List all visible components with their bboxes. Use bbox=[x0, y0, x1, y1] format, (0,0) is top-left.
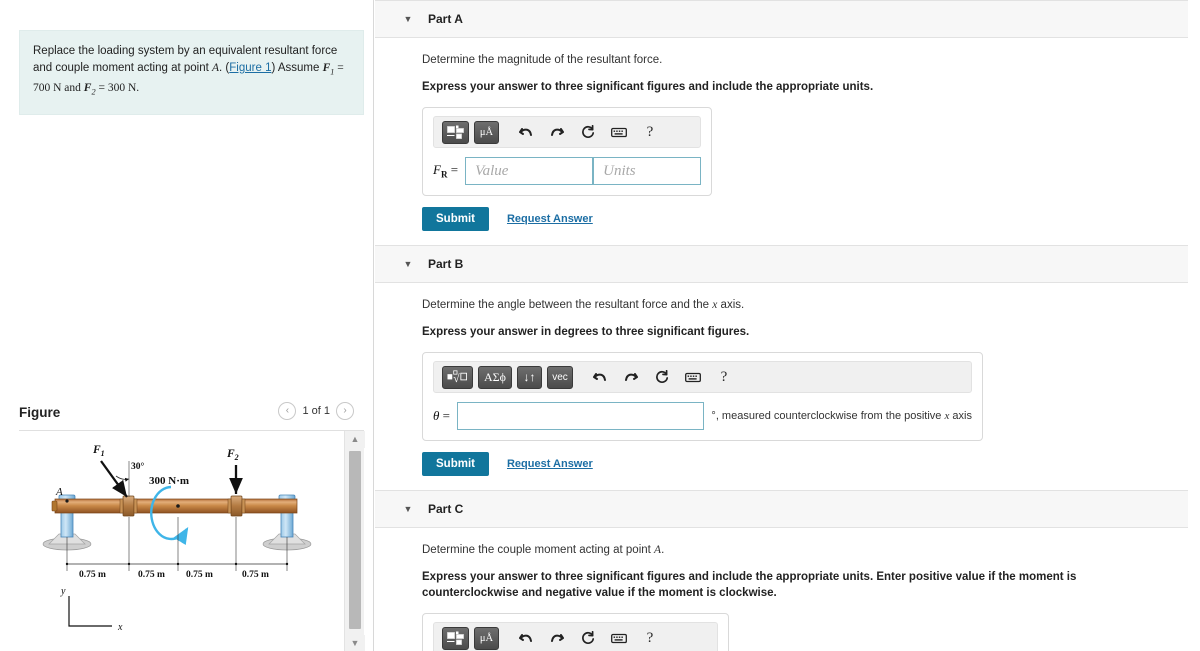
part-b-body: Determine the angle between the resultan… bbox=[375, 283, 1200, 490]
part-a-label: Part A bbox=[428, 12, 463, 26]
label-dim-4: 0.75 m bbox=[242, 570, 269, 580]
updown-arrows-icon[interactable]: ↓↑ bbox=[517, 365, 542, 389]
part-c-header[interactable]: ▼ Part C bbox=[375, 490, 1188, 528]
part-a-instruction: Express your answer to three significant… bbox=[422, 81, 874, 93]
part-c-collapse-caret-icon[interactable]: ▼ bbox=[400, 504, 416, 514]
part-a-header[interactable]: ▼ Part A bbox=[375, 0, 1188, 38]
figure-next-button[interactable]: › bbox=[336, 402, 354, 420]
redo-icon[interactable] bbox=[620, 366, 642, 388]
vector-icon[interactable]: vec bbox=[547, 365, 573, 389]
part-b-header[interactable]: ▼ Part B bbox=[375, 245, 1188, 283]
part-c-question: Determine the couple moment acting at po… bbox=[422, 544, 665, 556]
part-b-value-input[interactable] bbox=[456, 402, 705, 430]
part-a-submit-button[interactable]: Submit bbox=[422, 207, 489, 231]
part-b-submit-row: Submit Request Answer bbox=[422, 452, 1200, 476]
part-b-question: Determine the angle between the resultan… bbox=[422, 299, 745, 311]
left-panel: Replace the loading system by an equival… bbox=[0, 0, 374, 651]
part-a-request-answer-link[interactable]: Request Answer bbox=[507, 213, 593, 225]
undo-icon[interactable] bbox=[589, 366, 611, 388]
problem-point-a: A bbox=[212, 62, 220, 74]
problem-statement: Replace the loading system by an equival… bbox=[19, 30, 364, 115]
label-dim-3: 0.75 m bbox=[186, 570, 213, 580]
label-axis-y: y bbox=[60, 586, 66, 597]
figure-header: Figure ‹ 1 of 1 › bbox=[19, 402, 364, 432]
part-b-submit-button[interactable]: Submit bbox=[422, 452, 489, 476]
label-f2: F2 bbox=[226, 448, 239, 462]
part-b-label: Part B bbox=[428, 257, 464, 271]
figure-counter: 1 of 1 bbox=[302, 405, 330, 417]
part-c-instruction: Express your answer to three significant… bbox=[422, 571, 1077, 599]
problem-f2-value: = 300 N. bbox=[95, 82, 140, 95]
figure-link[interactable]: Figure 1 bbox=[229, 62, 271, 74]
scroll-down-arrow-icon[interactable]: ▼ bbox=[345, 635, 365, 651]
keyboard-icon[interactable] bbox=[608, 627, 630, 649]
part-a-toolbar: μÅ ? bbox=[433, 116, 702, 148]
part-b-collapse-caret-icon[interactable]: ▼ bbox=[400, 259, 416, 269]
label-f1: F1 bbox=[92, 444, 105, 458]
keyboard-icon[interactable] bbox=[608, 121, 630, 143]
template-icon[interactable] bbox=[442, 626, 469, 650]
greek-symbols-icon[interactable]: ΑΣϕ bbox=[478, 365, 512, 389]
part-c-label: Part C bbox=[428, 502, 464, 516]
undo-icon[interactable] bbox=[515, 121, 537, 143]
keyboard-icon[interactable] bbox=[682, 366, 704, 388]
part-a-collapse-caret-icon[interactable]: ▼ bbox=[400, 14, 416, 24]
part-b-answer-box: √ ΑΣϕ ↓↑ vec ? θ = °, measured countercl… bbox=[422, 352, 983, 441]
figure-prev-button[interactable]: ‹ bbox=[278, 402, 297, 420]
label-point-a: A bbox=[55, 486, 63, 498]
figure-image: A F1 F2 30° 300 N·m 0.75 m 0.75 m 0.75 m… bbox=[19, 431, 344, 651]
label-axis-x: x bbox=[117, 622, 123, 633]
label-dim-2: 0.75 m bbox=[138, 570, 165, 580]
part-a-answer-box: μÅ ? FR = Value Units bbox=[422, 107, 713, 196]
figure-scrollbar[interactable]: ▲ ▼ bbox=[344, 431, 365, 651]
problem-text-3: ) Assume bbox=[271, 62, 323, 74]
part-b-request-answer-link[interactable]: Request Answer bbox=[507, 458, 593, 470]
label-couple-moment: 300 N·m bbox=[149, 475, 189, 487]
part-a-submit-row: Submit Request Answer bbox=[422, 207, 1200, 231]
part-c-answer-box: μÅ ? (MR)A = Value Units bbox=[422, 613, 729, 651]
redo-icon[interactable] bbox=[546, 627, 568, 649]
problem-text-2: . ( bbox=[219, 62, 230, 74]
part-a-value-input[interactable]: Value bbox=[465, 157, 594, 185]
part-a-input-row: FR = Value Units bbox=[433, 157, 702, 185]
template-icon[interactable] bbox=[442, 120, 469, 144]
scroll-up-arrow-icon[interactable]: ▲ bbox=[345, 431, 365, 448]
part-b-instruction: Express your answer in degrees to three … bbox=[422, 326, 750, 338]
part-b-variable-label: θ = bbox=[433, 408, 450, 423]
label-dim-1: 0.75 m bbox=[79, 570, 106, 580]
radical-template-icon[interactable]: √ bbox=[442, 365, 473, 389]
part-a-question: Determine the magnitude of the resultant… bbox=[422, 54, 663, 66]
redo-icon[interactable] bbox=[546, 121, 568, 143]
figure-navigation: ‹ 1 of 1 › bbox=[278, 402, 354, 420]
part-a-units-input[interactable]: Units bbox=[593, 157, 702, 185]
scrollbar-thumb[interactable] bbox=[349, 451, 361, 629]
part-a-body: Determine the magnitude of the resultant… bbox=[375, 38, 1200, 245]
units-icon[interactable]: μÅ bbox=[474, 626, 499, 650]
help-icon[interactable]: ? bbox=[713, 366, 735, 388]
figure-title: Figure bbox=[19, 405, 61, 420]
beam-diagram-svg: A F1 F2 30° 300 N·m 0.75 m 0.75 m 0.75 m… bbox=[42, 444, 312, 633]
label-angle-30: 30° bbox=[131, 461, 145, 472]
part-b-toolbar: √ ΑΣϕ ↓↑ vec ? bbox=[433, 361, 972, 393]
figure-body: A F1 F2 30° 300 N·m 0.75 m 0.75 m 0.75 m… bbox=[19, 430, 365, 651]
answer-panel: ▼ Part A Determine the magnitude of the … bbox=[375, 0, 1200, 651]
units-icon[interactable]: μÅ bbox=[474, 120, 499, 144]
mastering-physics-problem-page: Replace the loading system by an equival… bbox=[0, 0, 1200, 651]
reset-icon[interactable] bbox=[651, 366, 673, 388]
reset-icon[interactable] bbox=[577, 121, 599, 143]
part-b-field-suffix: °, measured counterclockwise from the po… bbox=[711, 410, 972, 422]
reset-icon[interactable] bbox=[577, 627, 599, 649]
part-b-input-row: θ = °, measured counterclockwise from th… bbox=[433, 402, 972, 430]
help-icon[interactable]: ? bbox=[639, 627, 661, 649]
part-a-variable-label: FR = bbox=[433, 162, 459, 180]
part-c-body: Determine the couple moment acting at po… bbox=[375, 528, 1200, 651]
part-c-toolbar: μÅ ? bbox=[433, 622, 718, 651]
help-icon[interactable]: ? bbox=[639, 121, 661, 143]
undo-icon[interactable] bbox=[515, 627, 537, 649]
